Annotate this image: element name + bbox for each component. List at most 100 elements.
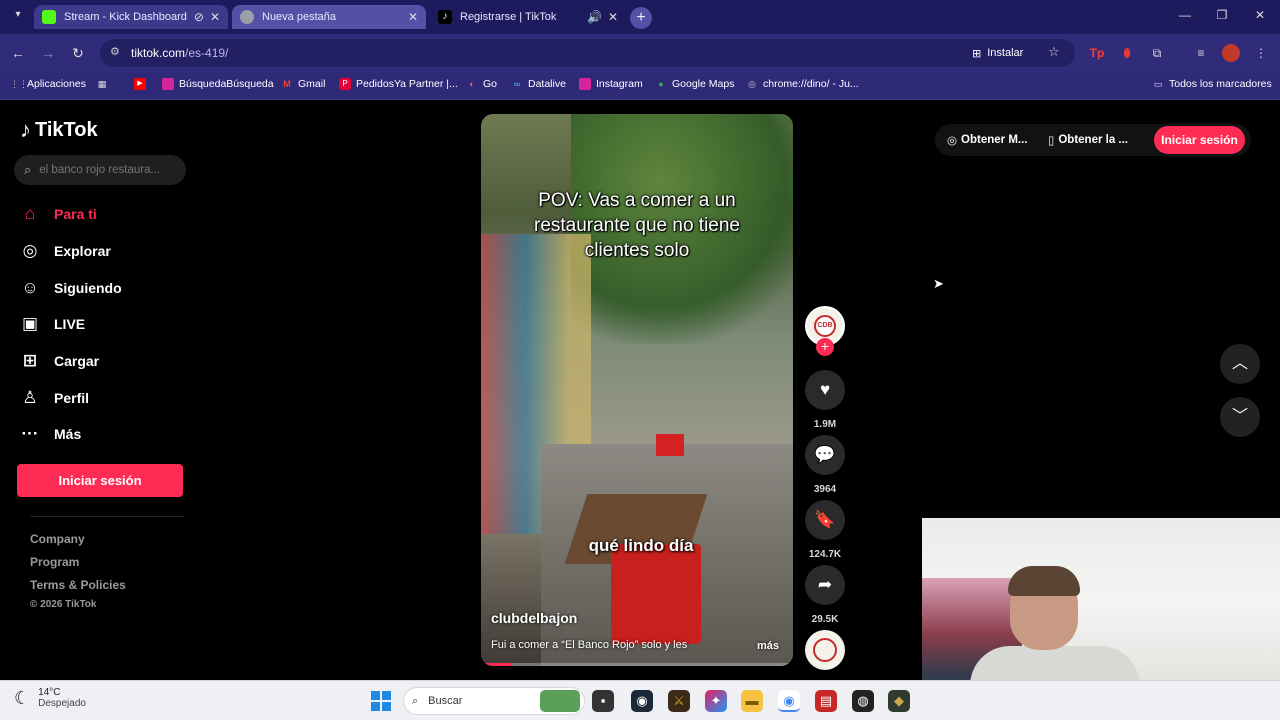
share-arrow-icon[interactable]: ➦	[805, 565, 845, 605]
footer-terms-link[interactable]: Terms & Policies	[30, 578, 126, 592]
header-login-button[interactable]: Iniciar sesión	[1154, 126, 1245, 154]
close-window-icon[interactable]: ✕	[1250, 8, 1270, 26]
file-explorer-icon[interactable]: ▬	[741, 690, 763, 712]
bookmark-gmail[interactable]: M Gmail	[281, 78, 325, 90]
sidebar-login-button[interactable]: Iniciar sesión	[17, 464, 183, 497]
bookmark-chrome-dino[interactable]: ◎ chrome://dino/ - Ju...	[746, 78, 859, 90]
bookmark-youtube[interactable]: ▶	[134, 78, 146, 90]
tab-search-chevron-icon[interactable]: ▾	[10, 9, 26, 25]
extension-tp-icon[interactable]: Tp	[1088, 44, 1106, 62]
weather-widget[interactable]: ☾ 14°C Despejado	[14, 687, 86, 709]
youtube-icon: ▶	[134, 78, 146, 90]
close-tab-icon[interactable]: ✕	[408, 10, 418, 24]
tiktok-logo[interactable]: ♪ TikTok	[20, 117, 98, 143]
footer-company-link[interactable]: Company	[30, 532, 85, 546]
get-app-button[interactable]: ▯ Obtener la ...	[1048, 133, 1128, 147]
video-progress-bar[interactable]	[481, 663, 793, 666]
nav-explorar[interactable]: ◎ Explorar	[20, 241, 111, 261]
mouse-cursor-icon: ➤	[933, 276, 944, 291]
nav-live[interactable]: ▣ LIVE	[20, 314, 85, 334]
get-coins-label: Obtener M...	[961, 134, 1028, 146]
nav-para-ti[interactable]: ⌂ Para ti	[20, 204, 97, 224]
bookmark-label: Instagram	[596, 78, 643, 90]
copilot-icon[interactable]: ✦	[705, 690, 727, 712]
close-tab-icon[interactable]: ✕	[608, 10, 618, 24]
search-bar[interactable]: ⌕	[14, 155, 186, 185]
previous-video-chevron-up-icon[interactable]: ︿	[1220, 344, 1260, 384]
tab-new-tab[interactable]: Nueva pestaña ✕	[232, 5, 426, 29]
club-del-bajon-logo: CDB	[814, 315, 836, 337]
windows-start-icon[interactable]	[371, 691, 391, 711]
bookmark-grid[interactable]: ▦	[96, 78, 108, 90]
steam-icon[interactable]: ◉	[631, 690, 653, 712]
chrome-favicon-icon	[240, 10, 254, 24]
save-action[interactable]: 🔖 124.7K	[805, 500, 845, 560]
media-control-icon[interactable]: ≡	[1192, 44, 1210, 62]
nav-mas[interactable]: ··· Más	[20, 424, 82, 444]
search-input[interactable]	[39, 164, 170, 176]
nav-perfil[interactable]: ♙ Perfil	[20, 388, 89, 408]
globe-icon: ◎	[748, 79, 756, 89]
new-tab-button[interactable]: +	[630, 7, 652, 29]
bookmark-icon[interactable]: 🔖	[805, 500, 845, 540]
url-text[interactable]: tiktok.com/es-419/	[131, 46, 228, 60]
nav-cargar[interactable]: ⊞ Cargar	[20, 351, 99, 371]
share-action[interactable]: ➦ 29.5K	[805, 565, 845, 625]
bookmark-label: Aplicaciones	[27, 78, 86, 90]
user-icon: ♙	[22, 388, 38, 407]
bookmark-go[interactable]: ◐ Go	[466, 78, 497, 90]
reload-icon[interactable]: ↻	[68, 43, 88, 63]
minimize-icon[interactable]: —	[1175, 8, 1195, 26]
mute-icon[interactable]: ⊘	[194, 10, 204, 24]
follow-plus-button[interactable]: +	[816, 338, 834, 356]
next-video-chevron-down-icon[interactable]: ﹀	[1220, 397, 1260, 437]
tab-tiktok[interactable]: ♪ Registrarse | TikTok 🔊 ✕	[430, 5, 626, 29]
taskbar-widget-landscape-icon[interactable]	[540, 690, 580, 712]
nav-siguiendo[interactable]: ☺ Siguiendo	[20, 278, 121, 298]
sound-disc-avatar[interactable]	[805, 630, 845, 670]
video-player[interactable]: POV: Vas a comer a un restaurante que no…	[481, 114, 793, 666]
like-action[interactable]: ♥ 1.9M	[805, 370, 845, 430]
all-bookmarks-folder[interactable]: ▭ Todos los marcadores	[1152, 78, 1272, 90]
bookmark-busqueda[interactable]: BúsquedaBúsqueda	[162, 78, 274, 90]
tab-title: Nueva pestaña	[262, 11, 336, 23]
extensions-puzzle-icon[interactable]: ⧉	[1148, 44, 1166, 62]
bookmark-label: Todos los marcadores	[1169, 78, 1272, 90]
comment-action[interactable]: 💬 3964	[805, 435, 845, 495]
heart-icon[interactable]: ♥	[805, 370, 845, 410]
omnibox[interactable]: ⚙ tiktok.com/es-419/ ⊞ Instalar ☆	[100, 39, 1075, 67]
menu-kebab-icon[interactable]: ⋮	[1252, 44, 1270, 62]
bookmark-datalive[interactable]: ∞ Datalive	[511, 78, 566, 90]
search-icon: ⌕	[412, 694, 419, 707]
url-host: tiktok.com	[131, 46, 186, 60]
bookmark-label: Datalive	[528, 78, 566, 90]
audio-icon[interactable]: 🔊	[587, 10, 602, 24]
close-tab-icon[interactable]: ✕	[210, 10, 220, 24]
nav-label: Explorar	[54, 243, 111, 259]
game-launcher-icon[interactable]: ⚔	[668, 690, 690, 712]
get-coins-button[interactable]: ◎ Obtener M...	[947, 133, 1028, 147]
video-username[interactable]: clubdelbajon	[491, 610, 577, 626]
forward-icon[interactable]: →	[38, 43, 58, 63]
red-app-icon[interactable]: ▤	[815, 690, 837, 712]
bookmark-apps[interactable]: ⋮⋮ Aplicaciones	[10, 78, 86, 90]
restore-icon[interactable]: ❐	[1212, 8, 1232, 26]
footer-program-link[interactable]: Program	[30, 555, 79, 569]
site-info-icon[interactable]: ⚙	[110, 45, 120, 58]
back-icon[interactable]: ←	[8, 43, 28, 63]
tab-kick-dashboard[interactable]: Stream - Kick Dashboard ⊘ ✕	[34, 5, 228, 29]
extension-shield-icon[interactable]: ⬮	[1118, 44, 1136, 62]
comment-icon[interactable]: 💬	[805, 435, 845, 475]
video-more-link[interactable]: más	[757, 640, 779, 652]
bookmark-star-icon[interactable]: ☆	[1048, 44, 1060, 60]
bookmark-google-maps[interactable]: ● Google Maps	[655, 78, 734, 90]
task-view-icon[interactable]: ▪	[592, 690, 614, 712]
league-icon[interactable]: ◆	[888, 690, 910, 712]
obs-icon[interactable]: ◍	[852, 690, 874, 712]
bookmark-pedidosya[interactable]: P PedidosYa Partner |...	[339, 78, 458, 90]
install-app-button[interactable]: ⊞ Instalar	[972, 43, 1023, 63]
bookmark-instagram[interactable]: Instagram	[579, 78, 643, 90]
nav-label: Perfil	[54, 390, 90, 406]
chrome-icon[interactable]: ◉	[778, 690, 800, 712]
profile-avatar-icon[interactable]	[1222, 44, 1240, 62]
